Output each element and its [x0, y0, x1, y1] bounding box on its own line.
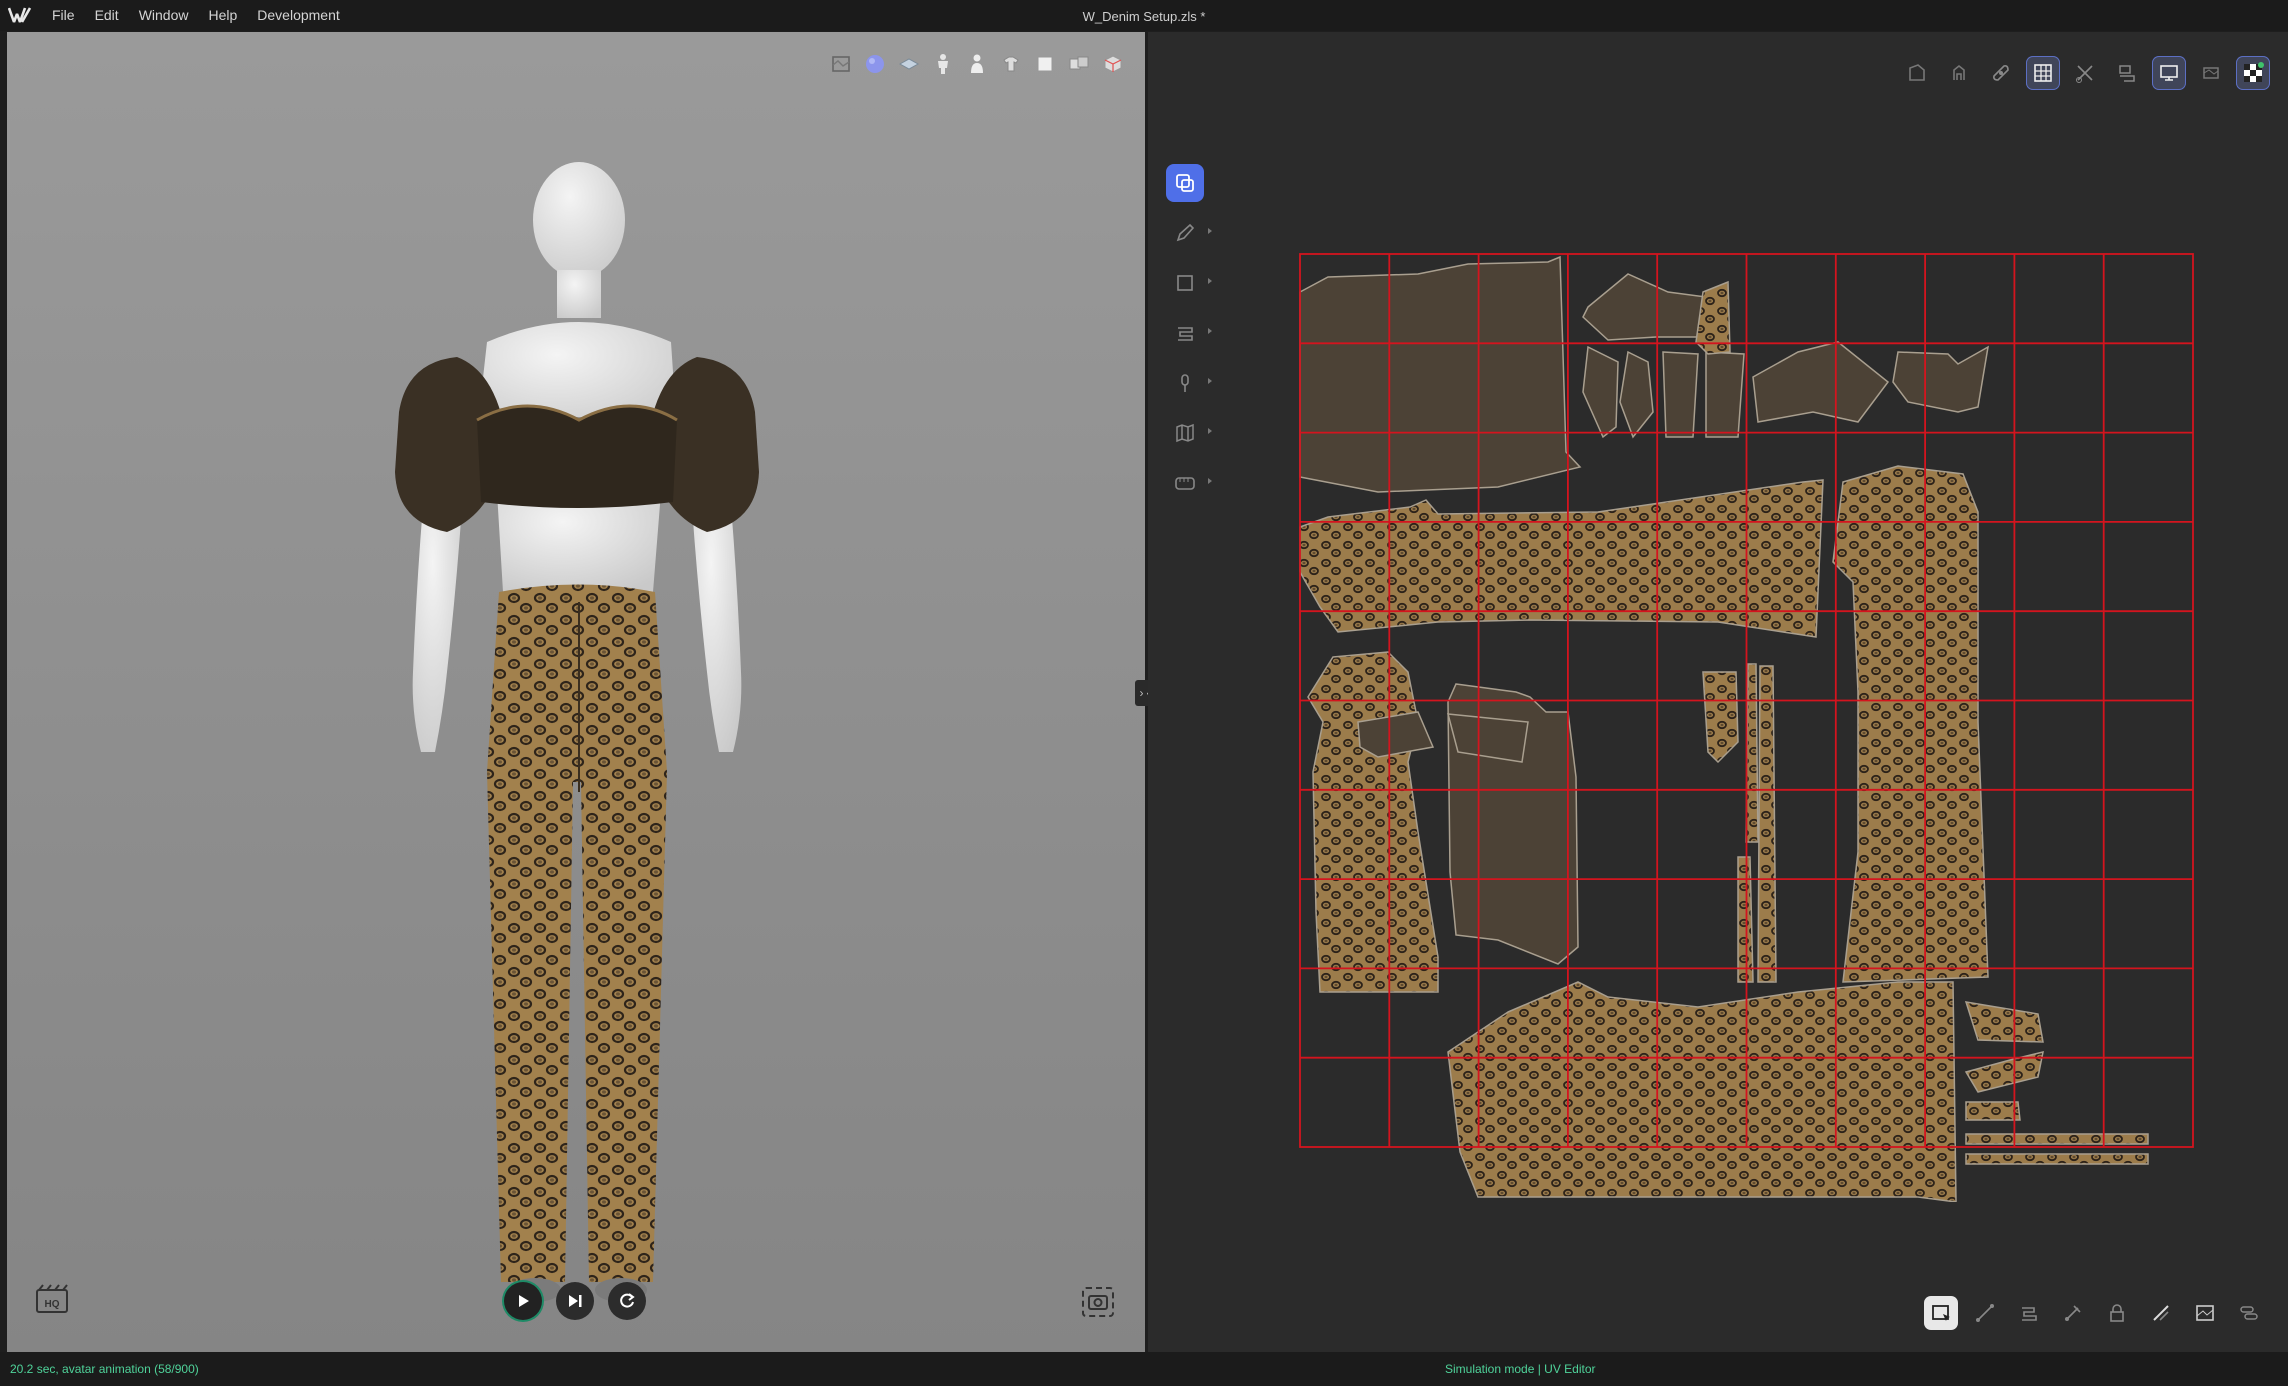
- simulation-playbar: [504, 1282, 646, 1320]
- texture-view-icon[interactable]: [829, 52, 853, 76]
- menu-help[interactable]: Help: [200, 0, 245, 31]
- uv-pieces[interactable]: [1299, 255, 2149, 1202]
- settings-toggle-icon[interactable]: [2232, 1296, 2266, 1330]
- avatar-2d-icon[interactable]: [1942, 56, 1976, 90]
- uv-top-toolbar: [1900, 56, 2270, 90]
- simulation-status: 20.2 sec, avatar animation (58/900): [10, 1362, 199, 1376]
- play-button[interactable]: [504, 1282, 542, 1320]
- pen-icon[interactable]: [1166, 214, 1212, 252]
- main-menu: File Edit Window Help Development: [44, 0, 348, 31]
- rectangle-icon[interactable]: [1166, 264, 1212, 302]
- pin-icon[interactable]: [1166, 364, 1212, 402]
- garment-icon[interactable]: [999, 52, 1023, 76]
- uv-grid-icon[interactable]: [2026, 56, 2060, 90]
- chevron-right-icon: ›: [1139, 686, 1144, 700]
- box-icon[interactable]: [1033, 52, 1057, 76]
- step-forward-button[interactable]: [556, 1282, 594, 1320]
- tape-measure-icon[interactable]: [1166, 464, 1212, 502]
- fabric-layer-icon[interactable]: [897, 52, 921, 76]
- menu-window[interactable]: Window: [131, 0, 197, 31]
- uv-layout-icon[interactable]: [2110, 56, 2144, 90]
- checker-icon[interactable]: [2236, 56, 2270, 90]
- selected-display-icon[interactable]: [2152, 56, 2186, 90]
- sticker-icon[interactable]: [1984, 56, 2018, 90]
- avatar-silhouette-icon[interactable]: [965, 52, 989, 76]
- pin-uv-icon[interactable]: [2056, 1296, 2090, 1330]
- pattern-icon[interactable]: [1067, 52, 1091, 76]
- seam-icon[interactable]: [2144, 1296, 2178, 1330]
- edit-point-icon[interactable]: [1968, 1296, 2002, 1330]
- pattern-2d-icon[interactable]: [1900, 56, 1934, 90]
- uv-layout-canvas[interactable]: [1298, 252, 2238, 1202]
- 3d-viewport[interactable]: HQ: [7, 32, 1145, 1352]
- hq-render-icon[interactable]: HQ: [35, 1284, 69, 1314]
- select-uv-icon[interactable]: [1924, 1296, 1958, 1330]
- avatar-3d[interactable]: [377, 152, 777, 1302]
- uv-editor: [1148, 32, 2288, 1352]
- lock-icon[interactable]: [2100, 1296, 2134, 1330]
- uv-bottom-toolbar: [1924, 1296, 2266, 1330]
- mode-status: Simulation mode | UV Editor: [1445, 1362, 1596, 1376]
- reset-button[interactable]: [608, 1282, 646, 1320]
- menu-edit[interactable]: Edit: [87, 0, 127, 31]
- snapshot-camera-icon[interactable]: [1081, 1286, 1115, 1318]
- viewport-toolbar: [829, 52, 1125, 76]
- uv-side-toolbar: [1166, 164, 1212, 502]
- play-icon: [519, 1295, 529, 1307]
- cube-icon[interactable]: [1101, 52, 1125, 76]
- menu-bar: File Edit Window Help Development W_Deni…: [0, 0, 2288, 31]
- map-icon[interactable]: [1166, 414, 1212, 452]
- shaded-sphere-icon[interactable]: [863, 52, 887, 76]
- app-logo-icon[interactable]: [8, 5, 32, 25]
- status-bar: 20.2 sec, avatar animation (58/900) Simu…: [0, 1352, 2288, 1386]
- arrange-icon[interactable]: [2012, 1296, 2046, 1330]
- transform-uv-icon[interactable]: [1166, 164, 1204, 202]
- hq-label: HQ: [45, 1299, 60, 1310]
- cut-icon[interactable]: [2068, 56, 2102, 90]
- menu-development[interactable]: Development: [249, 0, 348, 31]
- image-icon[interactable]: [2188, 1296, 2222, 1330]
- texture-swatch-icon[interactable]: [2194, 56, 2228, 90]
- step-forward-icon: [569, 1295, 582, 1307]
- reset-icon: [620, 1293, 635, 1308]
- avatar-icon[interactable]: [931, 52, 955, 76]
- sewing-icon[interactable]: [1166, 314, 1212, 352]
- menu-file[interactable]: File: [44, 0, 83, 31]
